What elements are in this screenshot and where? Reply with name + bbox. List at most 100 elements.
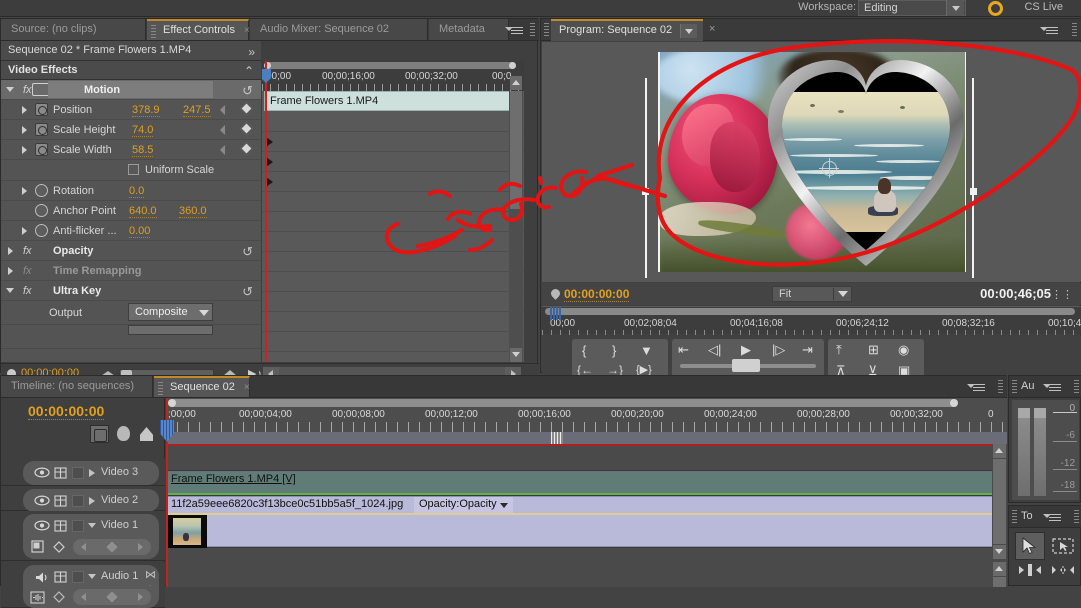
double-chevron-right-icon[interactable]: » [248, 45, 255, 59]
effect-row-motion[interactable]: fx Motion ↺ [1, 80, 261, 100]
tab-metadata[interactable]: Metadata [429, 19, 509, 40]
disclosure-triangle-icon[interactable] [8, 247, 13, 255]
add-marker-button[interactable]: ▼ [640, 343, 653, 358]
panel-gripper-icon[interactable] [151, 25, 156, 38]
keyframe-row[interactable] [262, 312, 524, 332]
effect-row-ultra-key[interactable]: fx Ultra Key ↺ [1, 281, 261, 301]
panel-gripper-icon[interactable] [1012, 510, 1017, 523]
close-icon[interactable]: × [244, 382, 250, 393]
tab-source[interactable]: Source: (no clips) [1, 19, 146, 40]
keyframe-clip-bar[interactable]: Frame Flowers 1.MP4 [264, 91, 522, 111]
timeline-zoom-scrollbar[interactable] [168, 399, 958, 407]
track-header-video-1[interactable]: Video 1 [1, 511, 165, 561]
keyframe-nav-group[interactable] [73, 589, 151, 605]
speaker-icon[interactable] [34, 571, 50, 583]
scroll-up-icon[interactable] [510, 76, 522, 90]
panel-gripper-right-icon[interactable] [530, 23, 535, 36]
property-value-position-x[interactable]: 378.9 [132, 104, 160, 117]
keyframe-nav-position[interactable] [220, 102, 261, 116]
stopwatch-icon[interactable] [35, 224, 48, 237]
tab-program-sequence-02[interactable]: Program: Sequence 02 [551, 19, 703, 41]
tab-tools-label[interactable]: To [1021, 510, 1033, 522]
timeline-tracks-area[interactable]: ;00;00 00;00;04;00 00;00;08;00 00;00;12;… [160, 398, 1007, 587]
lock-icon[interactable] [54, 467, 67, 479]
audio-meters-body[interactable]: 0 -6 -12 -18 [1012, 400, 1079, 500]
timeline-clip-frame-flowers[interactable]: Frame Flowers 1.MP4 [V] [166, 471, 1000, 495]
lock-icon[interactable] [54, 520, 67, 532]
chevron-down-icon[interactable] [680, 24, 697, 38]
disclosure-triangle-icon[interactable] [22, 146, 27, 154]
stopwatch-icon[interactable] [35, 184, 48, 197]
selection-tool[interactable] [1015, 532, 1045, 560]
property-value-scale-height[interactable]: 74.0 [132, 124, 154, 137]
keyframe-nav-group[interactable] [73, 539, 151, 555]
keyframe-nav-scale-height[interactable] [220, 122, 261, 136]
set-unnumbered-marker-icon[interactable] [140, 427, 153, 441]
stopwatch-icon[interactable] [35, 204, 48, 217]
property-value-anti-flicker[interactable]: 0.00 [129, 225, 151, 238]
keyframe-zoom-scrollbar[interactable] [264, 62, 516, 69]
effect-row-opacity[interactable]: fx Opacity ↺ [1, 241, 261, 261]
track-header-audio-1[interactable]: Audio 1 ⋈ L [1, 562, 165, 608]
program-playhead[interactable] [550, 307, 561, 327]
keyframe-row[interactable] [262, 272, 524, 292]
disclosure-triangle-icon[interactable] [88, 574, 96, 583]
ripple-edit-tool[interactable] [1015, 561, 1045, 589]
disclosure-triangle-icon[interactable] [22, 187, 27, 195]
track-toggle-box[interactable] [72, 495, 84, 507]
keyframe-row-position[interactable] [262, 132, 524, 152]
property-row-output[interactable]: Output Composite [1, 301, 261, 325]
clip-effect-badge[interactable]: Opacity:Opacity [414, 497, 513, 513]
cs-live-label[interactable]: CS Live [1024, 1, 1063, 13]
scrollbar-thumb[interactable] [510, 91, 522, 209]
waveform-icon[interactable] [30, 591, 46, 607]
property-row-scale-width[interactable]: Scale Width 58.5 [1, 140, 261, 160]
keyframe-nav-scale-width[interactable] [220, 142, 261, 156]
tab-effect-controls[interactable]: Effect Controls × [147, 19, 250, 40]
disclosure-triangle-icon[interactable] [22, 106, 27, 114]
panel-menu-icon[interactable] [1043, 511, 1063, 523]
collapse-all-icon[interactable]: ⌃ [244, 64, 254, 78]
lock-icon[interactable] [54, 571, 67, 583]
set-marker-icon[interactable] [117, 426, 130, 441]
track-toggle-box[interactable] [72, 520, 84, 532]
timeline-track-video-3[interactable] [166, 446, 1007, 471]
shuttle-thumb[interactable] [732, 359, 760, 372]
track-header-video-2[interactable]: Video 2 [1, 486, 165, 512]
setting-select-partial[interactable] [128, 325, 213, 335]
scroll-up-icon[interactable] [993, 444, 1006, 458]
timeline-track-video-1[interactable]: 11f2a59eee6820c3f13bce0c51bb5a5f_1024.jp… [166, 496, 1007, 548]
disclosure-triangle-icon[interactable] [6, 87, 14, 96]
scroll-up-icon-2[interactable] [993, 562, 1006, 576]
timeline-timecode[interactable]: 00:00:00:00 [28, 403, 105, 420]
program-monitor-frame[interactable] [658, 52, 966, 272]
panel-gripper-icon[interactable] [1012, 380, 1017, 393]
keyframe-diamond-icon[interactable] [53, 591, 65, 606]
panel-menu-icon[interactable] [1040, 24, 1060, 36]
property-row-anti-flicker[interactable]: Anti-flicker ... 0.00 [1, 221, 261, 241]
reset-icon[interactable]: ↺ [242, 83, 253, 99]
panel-menu-icon[interactable] [505, 24, 525, 36]
tab-audio-meters-label[interactable]: Au [1021, 380, 1034, 392]
output-mode-button[interactable]: ◉ [898, 342, 909, 358]
mark-out-button[interactable]: } [612, 343, 616, 358]
play-stop-button[interactable]: ▶ [741, 342, 751, 358]
property-value-rotation[interactable]: 0.0 [129, 185, 145, 198]
keyframe-row[interactable] [262, 192, 524, 212]
program-duration-timecode[interactable]: 00:00;46;05 [980, 286, 1051, 301]
stopwatch-icon[interactable] [35, 123, 48, 136]
eye-icon[interactable] [34, 467, 50, 478]
property-row-anchor-point[interactable]: Anchor Point 640.0 360.0 [1, 201, 261, 221]
step-back-button[interactable]: ◁| [708, 342, 721, 358]
snap-toggle-button[interactable] [90, 425, 109, 443]
disclosure-triangle-icon[interactable] [6, 288, 14, 297]
disclosure-triangle-icon[interactable] [22, 126, 27, 134]
property-row-uniform-scale[interactable]: Uniform Scale [1, 160, 261, 181]
work-area-handle[interactable] [551, 432, 563, 444]
tab-timeline-no-sequences[interactable]: Timeline: (no sequences) [1, 376, 153, 397]
timeline-track-video-2[interactable]: Frame Flowers 1.MP4 [V] [166, 471, 1007, 496]
property-row-scale-height[interactable]: Scale Height 74.0 [1, 120, 261, 140]
property-value-scale-width[interactable]: 58.5 [132, 144, 154, 157]
disclosure-triangle-icon[interactable] [8, 267, 13, 275]
keyframe-row[interactable] [262, 112, 524, 132]
